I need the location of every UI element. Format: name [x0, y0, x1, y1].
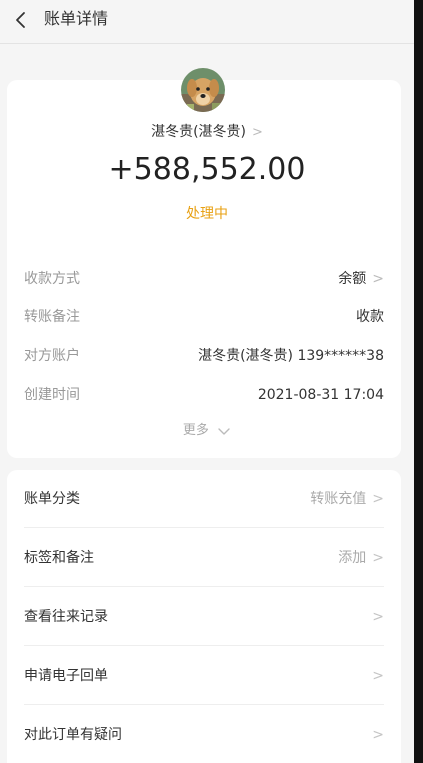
info-row-transfer-note: 转账备注 收款	[24, 306, 384, 328]
info-value: 2021-08-31 17:04	[257, 387, 384, 403]
list-item-order-question[interactable]: 对此订单有疑问 >	[24, 706, 384, 763]
chevron-right-icon: >	[372, 668, 384, 684]
back-arrow-icon[interactable]	[10, 9, 32, 31]
list-item-label: 账单分类	[24, 491, 80, 507]
chevron-right-icon: >	[252, 125, 263, 140]
top-bar: 账单详情	[0, 0, 414, 44]
list-item-label: 对此订单有疑问	[24, 727, 122, 743]
info-row-created-time: 创建时间 2021-08-31 17:04	[24, 384, 384, 406]
chevron-right-icon: >	[372, 609, 384, 625]
chevron-right-icon: >	[372, 491, 384, 507]
list-item-bill-category[interactable]: 账单分类 转账充值 >	[24, 470, 384, 528]
chevron-right-icon: >	[372, 727, 384, 743]
list-item-label: 申请电子回单	[24, 668, 108, 684]
list-item-value: 添加	[338, 550, 367, 566]
info-label: 转账备注	[24, 309, 80, 325]
info-row-payment-method[interactable]: 收款方式 余额 >	[24, 268, 384, 290]
counterparty-name-text: 湛冬贵(湛冬贵)	[151, 124, 247, 140]
screen-edge	[414, 0, 423, 763]
status-text: 处理中	[186, 206, 228, 222]
info-label: 创建时间	[24, 387, 80, 403]
counterparty-name[interactable]: 湛冬贵(湛冬贵) >	[0, 122, 414, 143]
list-item-e-receipt[interactable]: 申请电子回单 >	[24, 647, 384, 705]
list-item-transaction-history[interactable]: 查看往来记录 >	[24, 588, 384, 646]
avatar	[181, 68, 225, 112]
info-label: 收款方式	[24, 271, 80, 287]
list-item-value: 转账充值	[310, 491, 367, 507]
info-value: 收款	[356, 309, 384, 325]
page-title: 账单详情	[44, 9, 109, 28]
transaction-amount: +588,552.00	[108, 152, 306, 187]
more-button[interactable]: 更多	[0, 421, 414, 441]
chevron-down-icon	[218, 427, 230, 435]
list-item-tags-notes[interactable]: 标签和备注 添加 >	[24, 529, 384, 587]
info-label: 对方账户	[24, 348, 80, 364]
info-row-counterparty-account: 对方账户 湛冬贵(湛冬贵) 139******38	[24, 345, 384, 367]
info-value: 余额	[338, 271, 367, 287]
chevron-right-icon: >	[372, 271, 384, 287]
list-item-label: 标签和备注	[24, 550, 94, 566]
list-item-label: 查看往来记录	[24, 609, 108, 625]
info-value: 湛冬贵(湛冬贵) 139******38	[198, 348, 384, 364]
more-label: 更多	[182, 423, 209, 438]
chevron-right-icon: >	[372, 550, 384, 566]
